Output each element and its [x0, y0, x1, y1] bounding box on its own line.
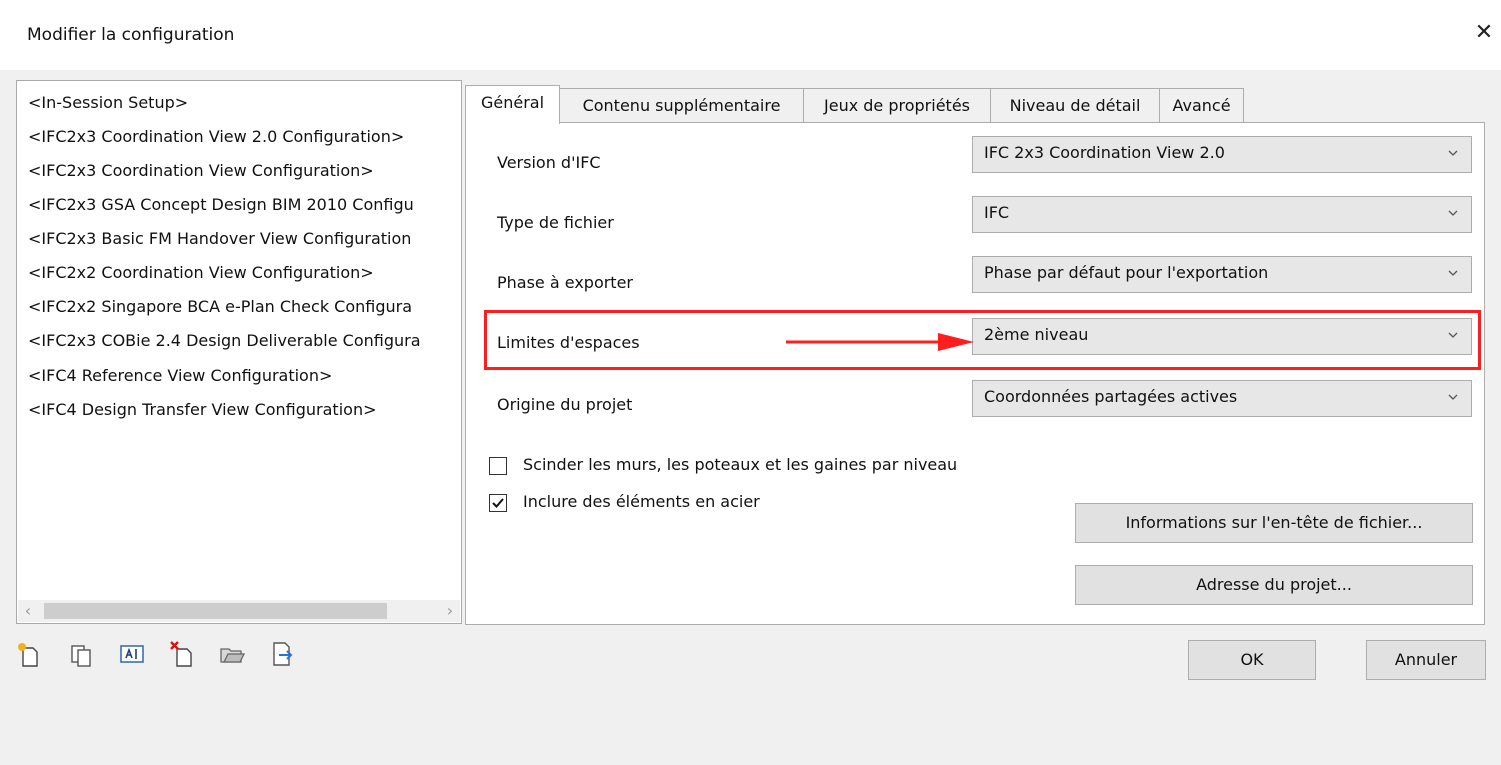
annotation-arrow-icon: [786, 333, 974, 351]
rename-setup-icon[interactable]: [118, 640, 146, 668]
config-item[interactable]: <IFC2x3 Basic FM Handover View Configura…: [28, 229, 411, 249]
split-walls-checkbox[interactable]: [489, 457, 507, 475]
export-setup-icon[interactable]: [268, 640, 296, 668]
config-item[interactable]: <IFC2x3 Coordination View 2.0 Configurat…: [28, 127, 404, 147]
config-item[interactable]: <IFC2x3 Coordination View Configuration>: [28, 161, 374, 181]
project-origin-value: Coordonnées partagées actives: [984, 387, 1238, 406]
window-title: Modifier la configuration: [27, 25, 235, 45]
include-steel-label: Inclure des éléments en acier: [523, 492, 760, 511]
chevron-down-icon: [1448, 210, 1458, 216]
chevron-down-icon: [1448, 270, 1458, 276]
project-origin-label: Origine du projet: [497, 395, 633, 414]
config-item[interactable]: <IFC2x3 GSA Concept Design BIM 2010 Conf…: [28, 195, 414, 215]
config-item[interactable]: <IFC2x3 COBie 2.4 Design Deliverable Con…: [28, 331, 421, 351]
chevron-down-icon: [1448, 332, 1458, 338]
file-header-info-button[interactable]: Informations sur l'en-tête de fichier...: [1075, 503, 1473, 543]
horizontal-scrollbar[interactable]: ‹ ›: [18, 600, 460, 622]
chevron-down-icon: [1448, 150, 1458, 156]
ok-button[interactable]: OK: [1188, 640, 1316, 680]
chevron-down-icon: [1448, 394, 1458, 400]
config-item[interactable]: <IFC2x2 Coordination View Configuration>: [28, 263, 374, 283]
config-item[interactable]: <IFC4 Design Transfer View Configuration…: [28, 400, 376, 420]
configuration-list[interactable]: <In-Session Setup> <IFC2x3 Coordination …: [16, 80, 462, 624]
tab-advanced[interactable]: Avancé: [1159, 88, 1244, 122]
ifc-version-value: IFC 2x3 Coordination View 2.0: [984, 143, 1225, 162]
space-boundaries-select[interactable]: 2ème niveau: [972, 318, 1472, 355]
config-item[interactable]: <IFC2x2 Singapore BCA e-Plan Check Confi…: [28, 297, 412, 317]
config-item[interactable]: <IFC4 Reference View Configuration>: [28, 366, 332, 386]
title-bar: Modifier la configuration ✕: [0, 0, 1501, 70]
cancel-button[interactable]: Annuler: [1366, 640, 1486, 680]
file-type-label: Type de fichier: [497, 213, 614, 232]
ifc-version-select[interactable]: IFC 2x3 Coordination View 2.0: [972, 136, 1472, 173]
split-walls-label: Scinder les murs, les poteaux et les gai…: [523, 455, 958, 474]
project-origin-select[interactable]: Coordonnées partagées actives: [972, 380, 1472, 417]
include-steel-checkbox[interactable]: [489, 494, 507, 512]
tab-additional-content[interactable]: Contenu supplémentaire: [559, 88, 804, 122]
delete-setup-icon[interactable]: [168, 640, 196, 668]
tab-property-sets[interactable]: Jeux de propriétés: [803, 88, 991, 122]
tab-general[interactable]: Général: [465, 85, 560, 124]
phase-to-export-value: Phase par défaut pour l'exportation: [984, 263, 1269, 282]
space-boundaries-label: Limites d'espaces: [497, 333, 640, 352]
file-type-select[interactable]: IFC: [972, 196, 1472, 233]
space-boundaries-value: 2ème niveau: [984, 325, 1089, 344]
new-setup-icon[interactable]: [14, 640, 42, 668]
phase-to-export-label: Phase à exporter: [497, 273, 633, 292]
checkmark-icon: [492, 498, 504, 508]
duplicate-setup-icon[interactable]: [68, 640, 96, 668]
scrollbar-thumb[interactable]: [44, 603, 387, 619]
scroll-right-icon[interactable]: ›: [440, 601, 460, 621]
scroll-left-icon[interactable]: ‹: [18, 601, 38, 621]
file-type-value: IFC: [984, 203, 1010, 222]
config-item[interactable]: <In-Session Setup>: [28, 93, 188, 113]
close-icon[interactable]: ✕: [1472, 18, 1496, 48]
tab-level-of-detail[interactable]: Niveau de détail: [990, 88, 1160, 122]
ifc-version-label: Version d'IFC: [497, 153, 601, 172]
import-setup-icon[interactable]: [218, 640, 246, 668]
phase-to-export-select[interactable]: Phase par défaut pour l'exportation: [972, 256, 1472, 293]
project-address-button[interactable]: Adresse du projet...: [1075, 565, 1473, 605]
